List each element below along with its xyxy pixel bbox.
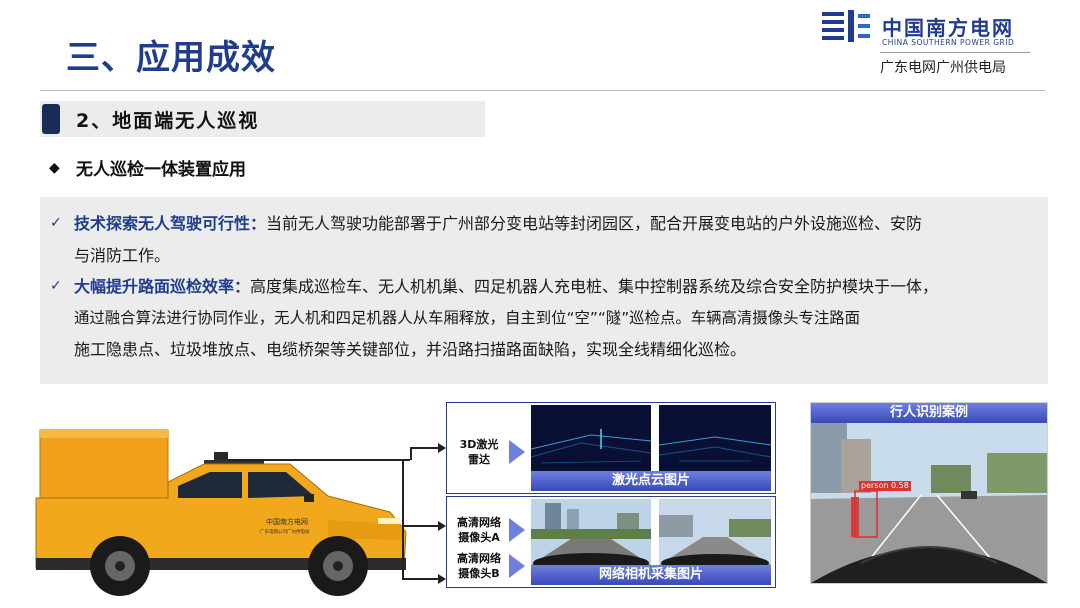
connector-line [410, 447, 440, 449]
logo-english-name: CHINA SOUTHERN POWER GRID [882, 38, 1015, 47]
connector-line [402, 525, 440, 527]
arrow-head-icon [438, 521, 446, 531]
vehicle-logo-subtext: 广东电网公司广州供电局 [260, 528, 310, 535]
organization-name: 广东电网广州供电局 [880, 60, 1006, 76]
inspection-vehicle-image: 中国南方电网 广东电网公司广州供电局 [35, 429, 407, 596]
paragraph-text: 通过融合算法进行协同作业，无人机和四足机器人从车厢释放，自主到位“空”“隧”巡检… [74, 308, 861, 327]
paragraph-2: ✓ 大幅提升路面巡检效率：高度集成巡检车、无人机机巢、四足机器人充电桩、集中控制… [50, 271, 1044, 366]
header-divider [40, 90, 1045, 91]
paragraph-text: 施工隐患点、垃圾堆放点、电缆桥架等关键部位，并沿路扫描路面缺陷，实现全线精细化巡… [74, 340, 747, 359]
lidar-point-cloud-image-2 [659, 405, 771, 471]
pedestrian-caption: 行人识别案例 [811, 403, 1047, 423]
logo-divider [880, 52, 1030, 53]
paragraph-text: 当前无人驾驶功能部署于广州部分变电站等封闭园区，配合开展变电站的户外设施巡检、安… [266, 214, 923, 233]
camera-caption: 网络相机采集图片 [531, 565, 771, 585]
lidar-point-cloud-image-1 [531, 405, 651, 471]
detection-label: person 0.58 [859, 481, 911, 491]
pedestrian-detection-image [811, 403, 1047, 583]
camera-a-label: 高清网络 摄像头A [457, 516, 501, 544]
camera-image-b [659, 499, 771, 565]
paragraph-keyword: 大幅提升路面巡检效率： [74, 277, 251, 296]
grid-logo-icon [822, 10, 870, 42]
lidar-sensor-label: 3D激光 雷达 [459, 438, 499, 466]
check-icon: ✓ [50, 215, 62, 231]
image-divider [653, 499, 657, 565]
diamond-bullet-icon: ◆ [49, 160, 60, 176]
company-logo: 中国南方电网 CHINA SOUTHERN POWER GRID [820, 8, 1060, 48]
page-title: 三、应用成效 [66, 38, 276, 78]
arrow-head-icon [438, 443, 446, 453]
connector-line [228, 459, 410, 461]
check-icon: ✓ [50, 278, 62, 294]
pedestrian-panel: person 0.58 行人识别案例 [810, 402, 1048, 584]
lidar-panel: 3D激光 雷达 激光点云图片 [446, 402, 776, 494]
connector-line [402, 459, 404, 579]
connector-line [410, 447, 412, 460]
connector-line [402, 578, 440, 580]
lidar-caption: 激光点云图片 [531, 471, 771, 491]
paragraph-text: 高度集成巡检车、无人机机巢、四足机器人充电桩、集中控制器系统及综合安全防护模块于… [250, 277, 939, 296]
bullet-heading: 无人巡检一体装置应用 [76, 160, 246, 180]
paragraph-1: ✓ 技术探索无人驾驶可行性：当前无人驾驶功能部署于广州部分变电站等封闭园区，配合… [50, 208, 1044, 271]
chevron-right-icon [509, 518, 525, 542]
chevron-right-icon [509, 554, 525, 578]
chevron-right-icon [509, 440, 525, 464]
camera-image-a [531, 499, 651, 565]
image-divider [653, 405, 657, 471]
section-marker [42, 104, 60, 134]
camera-b-label: 高清网络 摄像头B [457, 552, 501, 580]
paragraph-keyword: 技术探索无人驾驶可行性： [74, 214, 267, 233]
vehicle-logo-text: 中国南方电网 [266, 517, 308, 526]
camera-panel: 高清网络 摄像头A 高清网络 摄像头B 网络相机采集图片 [446, 496, 776, 588]
arrow-head-icon [438, 574, 446, 584]
logo-chinese-name: 中国南方电网 [882, 16, 1014, 40]
section-title: 2、地面端无人巡视 [76, 110, 260, 132]
paragraph-text: 与消防工作。 [74, 245, 171, 265]
